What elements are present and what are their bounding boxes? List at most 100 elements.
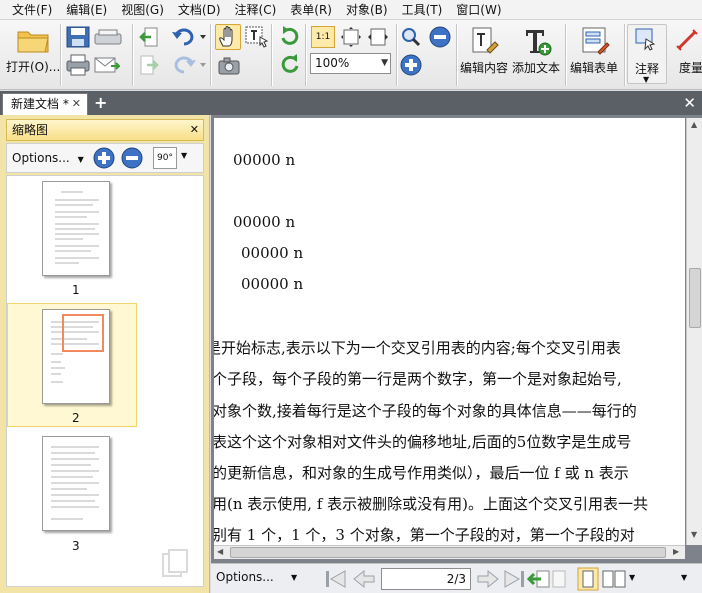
chevron-down-icon[interactable]: ▼ bbox=[291, 573, 297, 582]
zoom-in-icon[interactable] bbox=[93, 147, 115, 169]
edit-form-label: 编辑表单 bbox=[570, 61, 619, 75]
rotate-clockwise-icon[interactable] bbox=[279, 26, 301, 48]
close-all-icon[interactable]: ✕ bbox=[683, 95, 696, 111]
document-text-line: 用(n 表示使用, f 表示被删除或没有用)。上面这个交叉引用表一共 bbox=[214, 495, 648, 513]
chevron-down-icon[interactable]: ▼ bbox=[181, 151, 187, 160]
menu-view[interactable]: 视图(G) bbox=[121, 1, 164, 18]
rotate-pages-button[interactable]: 90° bbox=[153, 147, 177, 169]
chevron-down-icon: ▼ bbox=[77, 155, 84, 164]
horizontal-scroll-thumb[interactable] bbox=[230, 547, 666, 558]
redo-icon[interactable] bbox=[170, 54, 206, 76]
scroll-down-icon[interactable]: ▼ bbox=[691, 530, 697, 540]
vertical-scroll-thumb[interactable] bbox=[689, 268, 701, 328]
actual-size-button[interactable]: 1:1 bbox=[311, 26, 335, 48]
two-page-view-icon[interactable] bbox=[601, 568, 627, 590]
zoom-out-icon[interactable] bbox=[429, 26, 451, 48]
menu-document[interactable]: 文档(D) bbox=[178, 1, 221, 18]
zoom-tool-icon[interactable] bbox=[400, 26, 422, 48]
thumbnail-page[interactable] bbox=[42, 436, 110, 531]
close-icon[interactable]: ✕ bbox=[72, 94, 81, 114]
menu-tools[interactable]: 工具(T) bbox=[402, 1, 443, 18]
menu-window[interactable]: 窗口(W) bbox=[456, 1, 501, 18]
document-page[interactable]: 00000 n 00000 n 00000 n 00000 n 是开始标志,表示… bbox=[214, 118, 685, 545]
next-page-icon[interactable] bbox=[475, 568, 501, 590]
single-page-view-icon[interactable] bbox=[577, 567, 599, 591]
toolbar-separator bbox=[456, 24, 457, 86]
save-icon[interactable] bbox=[66, 26, 90, 48]
scroll-left-icon[interactable]: ◀ bbox=[217, 547, 223, 557]
rotate-label: 90° bbox=[157, 153, 173, 163]
forward-arrow-icon[interactable] bbox=[139, 54, 159, 76]
zoom-in-icon[interactable] bbox=[400, 54, 422, 76]
zoom-select[interactable]: 100% ▼ bbox=[310, 53, 391, 74]
first-page-icon[interactable] bbox=[323, 568, 349, 590]
thumbnail-page-selected[interactable] bbox=[42, 309, 110, 404]
chevron-down-icon: ▼ bbox=[643, 75, 650, 84]
toolbar-separator bbox=[305, 24, 306, 86]
snapshot-camera-icon[interactable] bbox=[218, 56, 240, 76]
scanner-icon[interactable] bbox=[94, 26, 124, 48]
tab-new-document[interactable]: 新建文档 * ✕ bbox=[2, 93, 88, 115]
menu-object[interactable]: 对象(B) bbox=[346, 1, 388, 18]
document-text-line: 个子段，每个子段的第一行是两个数字，第一个是对象起始号, bbox=[214, 370, 622, 388]
page-number-field[interactable]: 2/3 bbox=[381, 568, 471, 590]
select-text-icon[interactable] bbox=[244, 25, 270, 49]
thumbnail-options-button[interactable]: Options... ▼ bbox=[12, 148, 84, 168]
horizontal-scrollbar[interactable]: ◀ ▶ bbox=[214, 545, 685, 559]
ruler-icon bbox=[676, 29, 698, 51]
pages-watermark-icon bbox=[162, 549, 188, 577]
open-button[interactable]: 打开(O)... bbox=[6, 26, 60, 76]
main-toolbar: 打开(O)... 1:1 100% ▼ 编辑内容 添加文本 编辑表单 注释 ▼ … bbox=[0, 20, 702, 90]
rotate-counterclockwise-icon[interactable] bbox=[279, 54, 301, 76]
status-options-button[interactable]: Options... bbox=[216, 570, 274, 584]
document-text-line: 别有 1 个，1 个，3 个对象，第一个子段的对，第一个子段的对 bbox=[214, 526, 635, 544]
document-text-line: 00000 n bbox=[241, 244, 304, 262]
close-icon[interactable]: ✕ bbox=[190, 120, 199, 140]
page-preview bbox=[51, 446, 99, 520]
measure-button[interactable]: 度量 bbox=[673, 24, 702, 84]
menu-file[interactable]: 文件(F) bbox=[12, 1, 52, 18]
visible-area-indicator[interactable] bbox=[62, 314, 104, 352]
email-icon[interactable] bbox=[94, 54, 120, 76]
menu-form[interactable]: 表单(R) bbox=[290, 1, 332, 18]
hand-tool-button[interactable] bbox=[215, 24, 241, 50]
document-text-line: 00000 n bbox=[241, 275, 304, 293]
back-arrow-icon[interactable] bbox=[139, 26, 159, 48]
toolbar-separator bbox=[132, 24, 133, 86]
fit-width-icon[interactable] bbox=[367, 26, 389, 48]
thumbnail-panel-title: 缩略图 bbox=[12, 123, 49, 137]
scroll-right-icon[interactable]: ▶ bbox=[673, 547, 679, 557]
menu-edit[interactable]: 编辑(E) bbox=[66, 1, 107, 18]
annotate-icon bbox=[635, 28, 656, 51]
document-text-line: 对象个数,接着每行是这个子段的每个对象的具体信息——每行的 bbox=[214, 402, 637, 420]
zoom-out-icon[interactable] bbox=[121, 147, 143, 169]
previous-page-icon[interactable] bbox=[351, 568, 377, 590]
toolbar-separator bbox=[396, 24, 397, 86]
go-forward-view-icon[interactable] bbox=[551, 568, 575, 590]
chevron-down-icon[interactable]: ▼ bbox=[681, 573, 687, 582]
annotate-button[interactable]: 注释 ▼ bbox=[627, 24, 667, 84]
new-tab-plus-icon[interactable]: + bbox=[94, 95, 107, 111]
add-text-icon bbox=[526, 30, 552, 56]
print-icon[interactable] bbox=[66, 54, 90, 76]
fit-page-icon[interactable] bbox=[340, 26, 362, 48]
edit-form-button[interactable]: 编辑表单 bbox=[569, 24, 621, 84]
go-back-view-icon[interactable] bbox=[527, 568, 551, 590]
document-text-line: 是开始标志,表示以下为一个交叉引用表的内容;每个交叉引用表 bbox=[214, 339, 621, 357]
edit-content-button[interactable]: 编辑内容 bbox=[459, 24, 511, 84]
add-text-button[interactable]: 添加文本 bbox=[511, 24, 563, 84]
edit-form-icon bbox=[582, 27, 610, 55]
toolbar-separator bbox=[271, 24, 272, 86]
status-bar: Options... ▼ 2/3 ▼ ▼ bbox=[211, 563, 702, 593]
thumbnail-page-number: 3 bbox=[72, 539, 80, 553]
thumbnail-page-number: 1 bbox=[72, 283, 80, 297]
scroll-up-icon[interactable]: ▲ bbox=[691, 120, 697, 130]
thumbnail-options-label: Options... bbox=[12, 151, 70, 165]
chevron-down-icon[interactable]: ▼ bbox=[629, 573, 635, 582]
vertical-scrollbar[interactable]: ▲ ▼ bbox=[686, 118, 702, 545]
thumbnail-page[interactable] bbox=[42, 181, 110, 276]
undo-icon[interactable] bbox=[170, 26, 206, 48]
tab-label: 新建文档 * bbox=[11, 97, 69, 111]
last-page-icon[interactable] bbox=[501, 568, 527, 590]
menu-comment[interactable]: 注释(C) bbox=[235, 1, 277, 18]
